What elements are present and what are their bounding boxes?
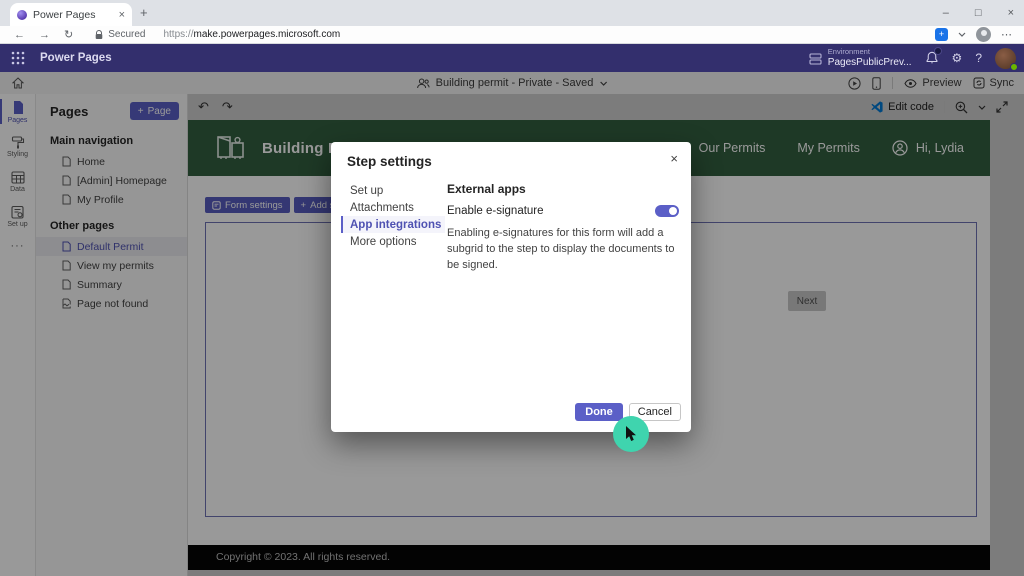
app-header-actions: Environment PagesPublicPrev... ⚙ ? — [809, 48, 1024, 69]
done-button[interactable]: Done — [575, 403, 623, 421]
site-security[interactable]: Secured — [95, 29, 145, 40]
browser-tab[interactable]: Power Pages × — [10, 3, 132, 26]
user-avatar[interactable] — [995, 48, 1016, 69]
e-signature-row: Enable e-signature — [447, 205, 679, 217]
tab-title: Power Pages — [33, 9, 113, 21]
dialog-tab-attachments[interactable]: Attachments — [341, 199, 445, 216]
back-icon[interactable]: ← — [14, 29, 25, 41]
toggle-knob — [669, 207, 677, 215]
power-pages-favicon-icon — [17, 10, 27, 20]
e-signature-description: Enabling e-signatures for this form will… — [447, 226, 679, 274]
environment-name: PagesPublicPrev... — [828, 57, 912, 69]
dialog-tab-set-up[interactable]: Set up — [341, 182, 445, 199]
click-indicator — [613, 416, 649, 452]
window-maximize-icon[interactable]: □ — [975, 7, 982, 19]
forward-icon[interactable]: → — [39, 29, 50, 41]
browser-more-icon[interactable]: ⋯ — [1001, 28, 1012, 41]
new-tab-button[interactable]: + — [140, 5, 148, 20]
notifications-button[interactable] — [925, 51, 939, 65]
dialog-content: External apps Enable e-signature Enablin… — [447, 182, 679, 274]
chevron-down-icon[interactable] — [958, 32, 966, 37]
e-signature-label: Enable e-signature — [447, 205, 544, 217]
lock-icon — [95, 30, 103, 40]
browser-titlebar: Power Pages × + – □ × — [0, 0, 1024, 26]
extension-icon[interactable]: + — [935, 28, 948, 41]
external-apps-heading: External apps — [447, 182, 679, 196]
environment-icon — [809, 52, 822, 65]
window-minimize-icon[interactable]: – — [943, 7, 949, 19]
product-title[interactable]: Power Pages — [40, 52, 112, 64]
window-controls: – □ × — [943, 0, 1014, 26]
url-scheme: https:// — [163, 29, 193, 40]
help-icon[interactable]: ? — [975, 51, 982, 65]
environment-picker[interactable]: Environment PagesPublicPrev... — [809, 48, 912, 68]
environment-label: Environment — [828, 48, 912, 57]
window-close-icon[interactable]: × — [1008, 7, 1014, 19]
dialog-tab-list: Set up Attachments App integrations More… — [341, 182, 445, 250]
dialog-title: Step settings — [347, 154, 432, 169]
reload-icon[interactable]: ↻ — [64, 28, 73, 41]
dialog-tab-more-options[interactable]: More options — [341, 233, 445, 250]
urlbar-actions: + ⋯ — [935, 27, 1024, 42]
step-settings-dialog: Step settings × Set up Attachments App i… — [331, 142, 691, 432]
app-header: Power Pages Environment PagesPublicPrev.… — [0, 44, 1024, 72]
tab-close-icon[interactable]: × — [119, 9, 125, 21]
security-label: Secured — [108, 29, 145, 40]
url-text[interactable]: https://make.powerpages.microsoft.com — [163, 29, 340, 40]
browser-profile-avatar[interactable] — [976, 27, 991, 42]
dialog-close-icon[interactable]: × — [670, 151, 678, 166]
settings-gear-icon[interactable]: ⚙ — [952, 51, 963, 65]
waffle-icon[interactable] — [11, 51, 25, 65]
presence-dot — [1010, 63, 1018, 71]
screen: Power Pages × + – □ × ← → ↻ Secured http… — [0, 0, 1024, 576]
e-signature-toggle[interactable] — [655, 205, 679, 217]
notification-badge — [934, 47, 942, 55]
dialog-tab-app-integrations[interactable]: App integrations — [341, 216, 445, 233]
browser-urlbar: ← → ↻ Secured https://make.powerpages.mi… — [0, 26, 1024, 44]
cursor-icon — [625, 426, 638, 442]
url-host: make.powerpages.microsoft.com — [193, 29, 340, 40]
